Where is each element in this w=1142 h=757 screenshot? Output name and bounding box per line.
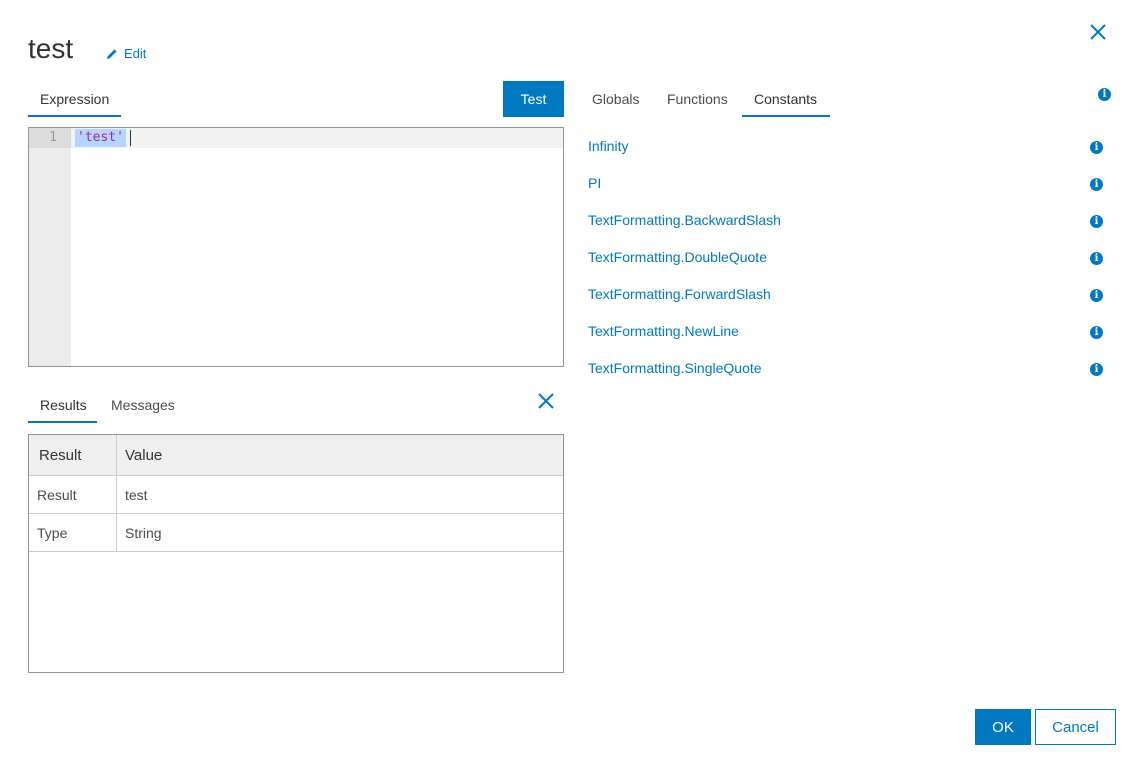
info-icon[interactable]: i — [1098, 88, 1111, 101]
header-value: Value — [125, 447, 163, 464]
info-icon[interactable]: i — [1090, 252, 1103, 265]
row-value: test — [125, 487, 148, 503]
pencil-icon — [107, 48, 117, 59]
close-results-icon[interactable] — [537, 392, 555, 410]
tab-expression-underline — [28, 115, 121, 117]
table-row: Result test — [29, 476, 563, 514]
tab-results-underline — [28, 421, 97, 423]
column-divider — [116, 435, 117, 552]
row-value: String — [125, 525, 162, 541]
edit-label: Edit — [124, 46, 147, 61]
info-icon[interactable]: i — [1090, 178, 1103, 191]
row-label: Result — [37, 487, 77, 503]
info-icon[interactable]: i — [1090, 363, 1103, 376]
ok-button[interactable]: OK — [975, 709, 1031, 745]
tab-results[interactable]: Results — [40, 395, 87, 415]
constant-item[interactable]: PI — [588, 173, 601, 193]
close-dialog-icon[interactable] — [1088, 22, 1108, 42]
header-result: Result — [39, 447, 82, 464]
tab-globals[interactable]: Globals — [592, 89, 639, 109]
info-icon[interactable]: i — [1090, 141, 1103, 154]
info-icon[interactable]: i — [1090, 326, 1103, 339]
constant-item[interactable]: TextFormatting.DoubleQuote — [588, 247, 767, 267]
table-row: Type String — [29, 514, 563, 552]
tab-constants-underline — [742, 115, 830, 117]
line-number: 1 — [29, 128, 71, 148]
active-code-line[interactable]: 'test' — [71, 128, 563, 148]
constant-item[interactable]: Infinity — [588, 136, 628, 156]
table-header: Result Value — [29, 435, 563, 476]
page-title: test — [28, 33, 74, 64]
tab-functions[interactable]: Functions — [667, 89, 728, 109]
constant-item[interactable]: TextFormatting.BackwardSlash — [588, 210, 781, 230]
info-icon[interactable]: i — [1090, 215, 1103, 228]
expression-editor[interactable]: 1 'test' — [28, 127, 564, 367]
text-cursor — [130, 130, 131, 146]
test-button[interactable]: Test — [503, 81, 564, 117]
tab-constants[interactable]: Constants — [754, 89, 817, 109]
tab-expression[interactable]: Expression — [40, 89, 109, 109]
results-table: Result Value Result test Type String — [28, 434, 564, 673]
cancel-button[interactable]: Cancel — [1035, 709, 1116, 745]
row-label: Type — [37, 525, 68, 541]
constant-item[interactable]: TextFormatting.SingleQuote — [588, 358, 762, 378]
editor-gutter — [29, 128, 71, 366]
info-icon[interactable]: i — [1090, 289, 1103, 302]
edit-title-button[interactable]: Edit — [106, 46, 146, 61]
code-string-token: 'test' — [75, 129, 126, 147]
constant-item[interactable]: TextFormatting.ForwardSlash — [588, 284, 771, 304]
constant-item[interactable]: TextFormatting.NewLine — [588, 321, 739, 341]
tab-messages[interactable]: Messages — [111, 395, 175, 415]
